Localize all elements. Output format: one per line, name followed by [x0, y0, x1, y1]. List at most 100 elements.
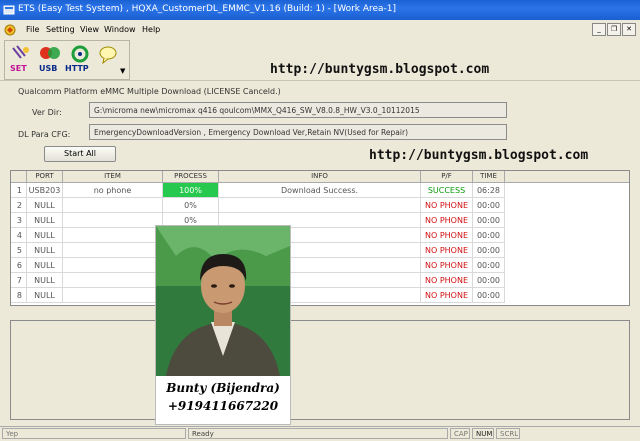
cell-index: 3 [11, 213, 27, 228]
cell-pf: NO PHONE [421, 258, 473, 273]
minimize-button[interactable]: _ [592, 23, 606, 36]
cell-port: NULL [27, 258, 63, 273]
status-scrl: SCRL [496, 428, 520, 439]
table-row[interactable]: 8 NULL NO PHONE 00:00 [11, 288, 629, 303]
cell-time: 00:00 [473, 198, 505, 213]
col-process[interactable]: PROCESS [163, 171, 219, 182]
set-icon [12, 45, 29, 59]
dl-para-label: DL Para CFG: [18, 130, 71, 139]
cell-index: 8 [11, 288, 27, 303]
watermark-url-mid: http://buntygsm.blogspot.com [369, 148, 589, 163]
cell-index: 4 [11, 228, 27, 243]
cell-item [63, 243, 163, 258]
table-row[interactable]: 2 NULL 0% NO PHONE 00:00 [11, 198, 629, 213]
photo-name: Bunty (Bijendra) [166, 381, 280, 395]
start-all-button[interactable]: Start All [44, 146, 116, 162]
usb-icon [40, 47, 60, 59]
chat-icon [99, 46, 117, 65]
cell-info: Download Success. [219, 183, 421, 198]
portrait-image [156, 226, 290, 376]
menu-help[interactable]: Help [142, 25, 160, 34]
cell-port: NULL [27, 213, 63, 228]
watermark-url-top: http://buntygsm.blogspot.com [270, 62, 490, 77]
cell-time: 00:00 [473, 243, 505, 258]
col-port[interactable]: PORT [27, 171, 63, 182]
app-icon [3, 5, 15, 15]
cell-index: 6 [11, 258, 27, 273]
cell-port: USB203 [27, 183, 63, 198]
menu-file[interactable]: File [26, 25, 39, 34]
status-ready: Ready [188, 428, 448, 439]
col-info[interactable]: INFO [219, 171, 421, 182]
http-button[interactable]: HTTP [65, 44, 95, 76]
cell-process: 100% [163, 183, 219, 198]
cell-port: NULL [27, 228, 63, 243]
http-icon [71, 45, 89, 63]
device-table: PORT ITEM PROCESS INFO P/F TIME 1 USB203 n… [10, 170, 630, 306]
restore-button[interactable]: ❐ [607, 23, 621, 36]
window-title: ETS (Easy Test System) , HQXA_CustomerDL… [18, 4, 397, 14]
table-row[interactable]: 3 NULL 0% NO PHONE 00:00 [11, 213, 629, 228]
chat-button[interactable] [97, 44, 119, 76]
ver-dir-field[interactable]: G:\microma new\micromax q416 qoulcom\MMX… [89, 102, 507, 118]
cell-item [63, 213, 163, 228]
cell-item [63, 198, 163, 213]
cell-pf: NO PHONE [421, 213, 473, 228]
cell-time: 00:00 [473, 258, 505, 273]
photo-phone: +919411667220 [167, 399, 279, 413]
menu-setting[interactable]: Setting [46, 25, 75, 34]
cell-item [63, 288, 163, 303]
table-row[interactable]: 6 NULL NO PHONE 00:00 [11, 258, 629, 273]
cell-index: 7 [11, 273, 27, 288]
form-title: Qualcomm Platform eMMC Multiple Download… [18, 87, 281, 96]
cell-item: no phone [63, 183, 163, 198]
cell-port: NULL [27, 198, 63, 213]
cell-process: 0% [163, 198, 219, 213]
usb-button[interactable]: USB [37, 44, 63, 76]
set-button[interactable]: SET [9, 44, 33, 76]
mdi-controls: _ ❐ ✕ [592, 23, 636, 36]
cell-info [219, 198, 421, 213]
menu-bar: File Setting View Window Help [0, 22, 640, 38]
cell-item [63, 228, 163, 243]
close-button[interactable]: ✕ [622, 23, 636, 36]
cell-pf: SUCCESS [421, 183, 473, 198]
cell-pf: NO PHONE [421, 228, 473, 243]
table-row[interactable]: 5 NULL NO PHONE 00:00 [11, 243, 629, 258]
cell-item [63, 273, 163, 288]
cell-pf: NO PHONE [421, 273, 473, 288]
toolbar-dropdown-icon[interactable]: ▼ [120, 67, 125, 75]
cell-pf: NO PHONE [421, 243, 473, 258]
table-row[interactable]: 1 USB203 no phone 100% Download Success. SUCC… [11, 183, 629, 198]
cell-pf: NO PHONE [421, 288, 473, 303]
col-time[interactable]: TIME [473, 171, 505, 182]
col-pf[interactable]: P/F [421, 171, 473, 182]
cell-time: 00:00 [473, 228, 505, 243]
cell-index: 1 [11, 183, 27, 198]
log-panel [10, 320, 630, 420]
table-row[interactable]: 4 NULL NO PHONE 00:00 [11, 228, 629, 243]
cell-time: 00:00 [473, 213, 505, 228]
table-row[interactable]: 7 NULL NO PHONE 00:00 [11, 273, 629, 288]
ver-dir-label: Ver Dir: [32, 108, 62, 117]
cell-port: NULL [27, 243, 63, 258]
table-header: PORT ITEM PROCESS INFO P/F TIME [11, 171, 629, 183]
cell-index: 2 [11, 198, 27, 213]
cell-item [63, 258, 163, 273]
cell-index: 5 [11, 243, 27, 258]
cell-port: NULL [27, 288, 63, 303]
menu-window[interactable]: Window [104, 25, 136, 34]
status-num: NUM [472, 428, 494, 439]
cell-time: 00:00 [473, 288, 505, 303]
dl-para-field[interactable]: EmergencyDownloadVersion , Emergency Dow… [89, 124, 507, 140]
cell-pf: NO PHONE [421, 198, 473, 213]
col-item[interactable]: ITEM [63, 171, 163, 182]
status-left: Yep [2, 428, 186, 439]
menu-view[interactable]: View [80, 25, 99, 34]
profile-photo: Bunty (Bijendra) +919411667220 [155, 225, 291, 425]
toolbar: SET USB HTTP ▼ [4, 40, 130, 80]
title-bar: ETS (Easy Test System) , HQXA_CustomerDL… [0, 0, 640, 20]
document-icon[interactable] [4, 24, 16, 36]
separator [0, 80, 640, 81]
cell-time: 06:28 [473, 183, 505, 198]
